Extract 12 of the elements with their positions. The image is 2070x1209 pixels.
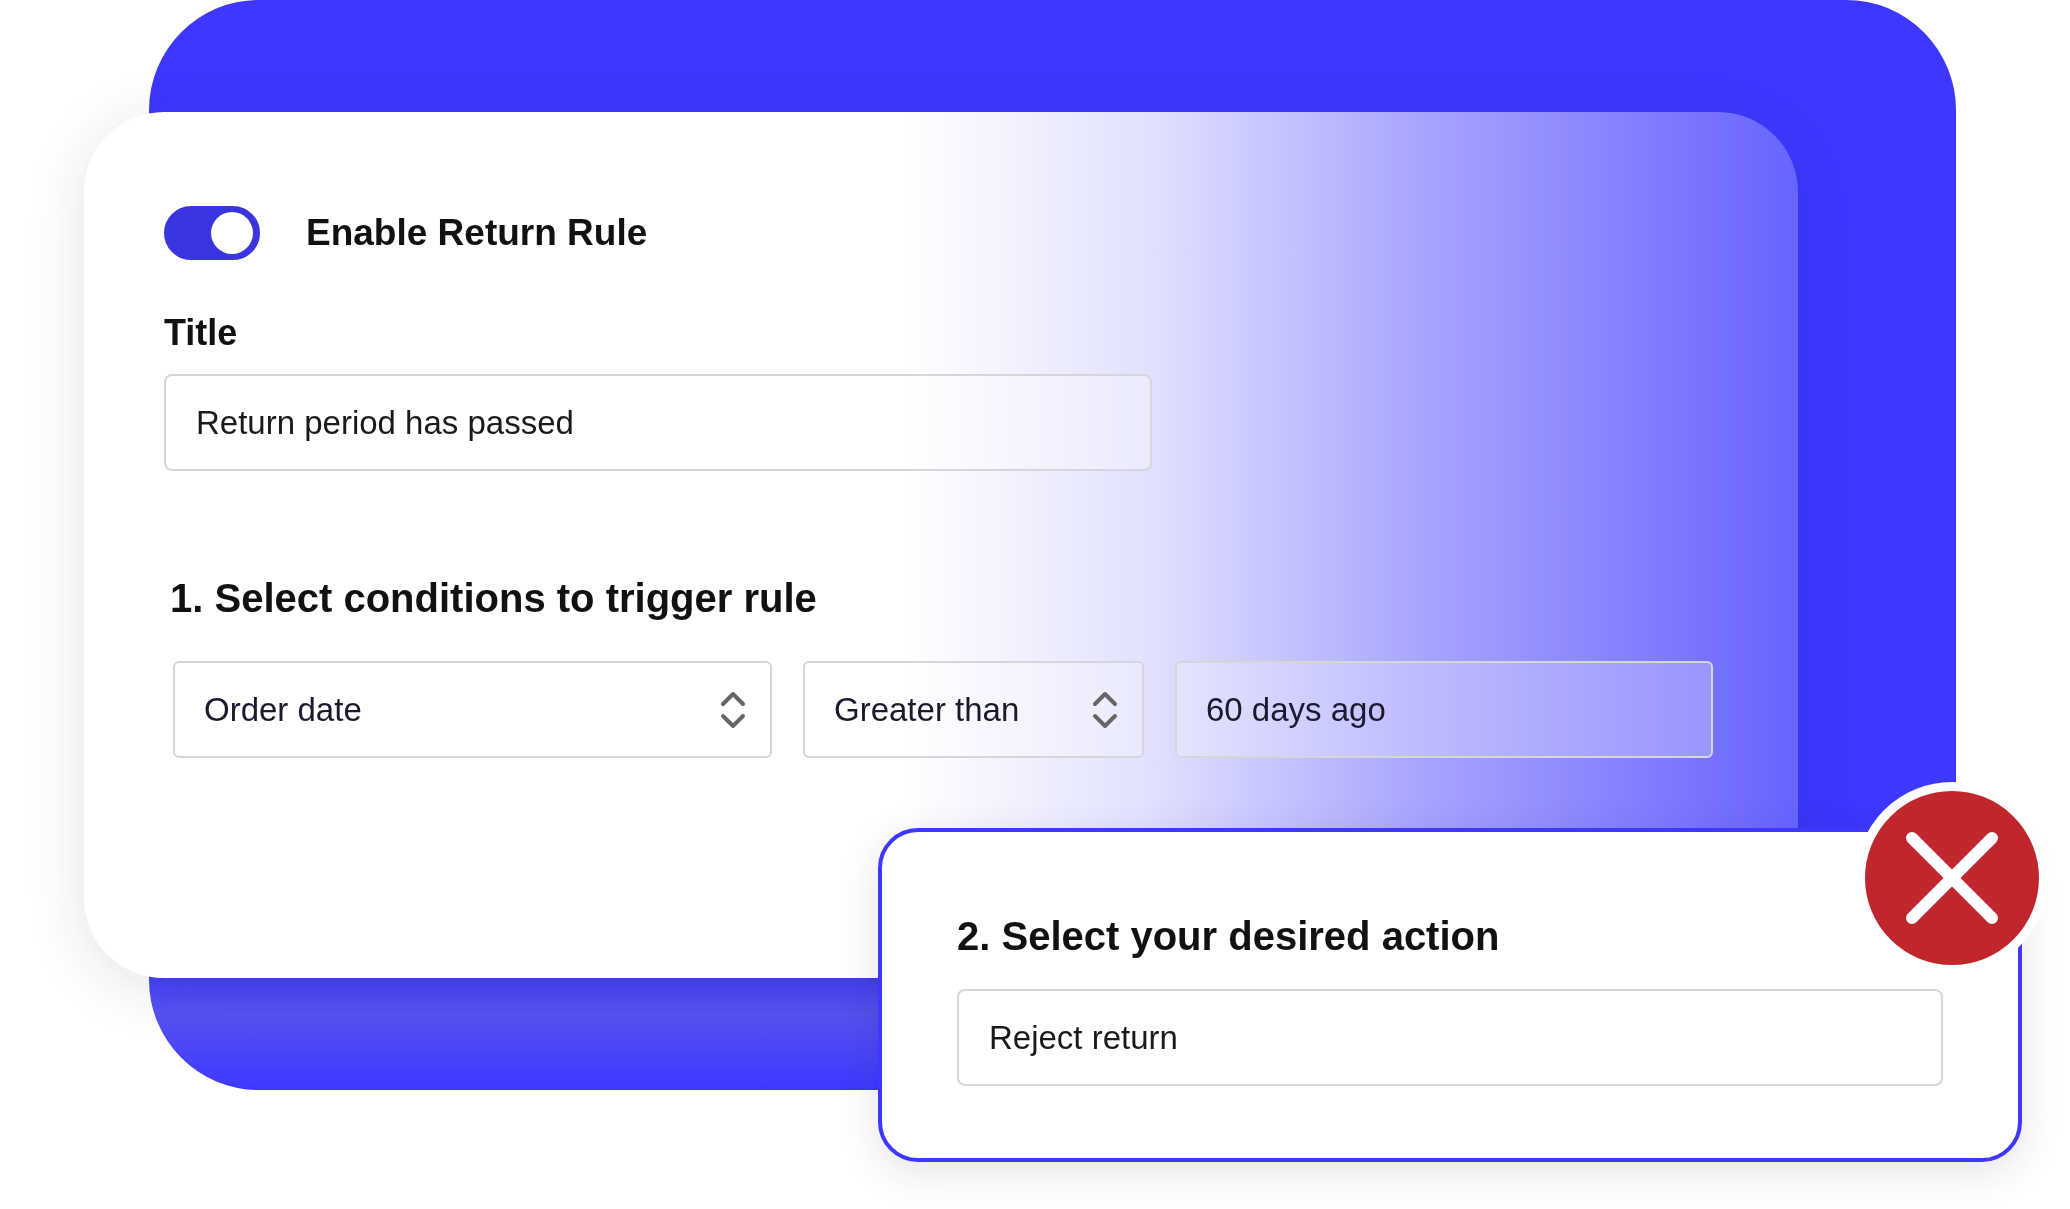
chevron-up-down-icon (720, 689, 746, 730)
chevron-up-down-icon (1092, 689, 1118, 730)
input-field[interactable]: 60 days ago (1175, 661, 1713, 758)
section-heading: 2. Select your desired action (957, 914, 1501, 959)
select-field[interactable]: Order date (173, 661, 772, 758)
select-field[interactable]: Greater than (803, 661, 1144, 758)
title-field[interactable]: Return period has passed (164, 374, 1152, 471)
section-heading: 1. Select conditions to trigger rule (170, 576, 817, 620)
toggle-switch[interactable] (164, 206, 260, 260)
action-field[interactable]: Reject return (957, 989, 1943, 1086)
field-label: Title (164, 312, 239, 354)
toggle-label: Enable Return Rule (306, 212, 648, 254)
